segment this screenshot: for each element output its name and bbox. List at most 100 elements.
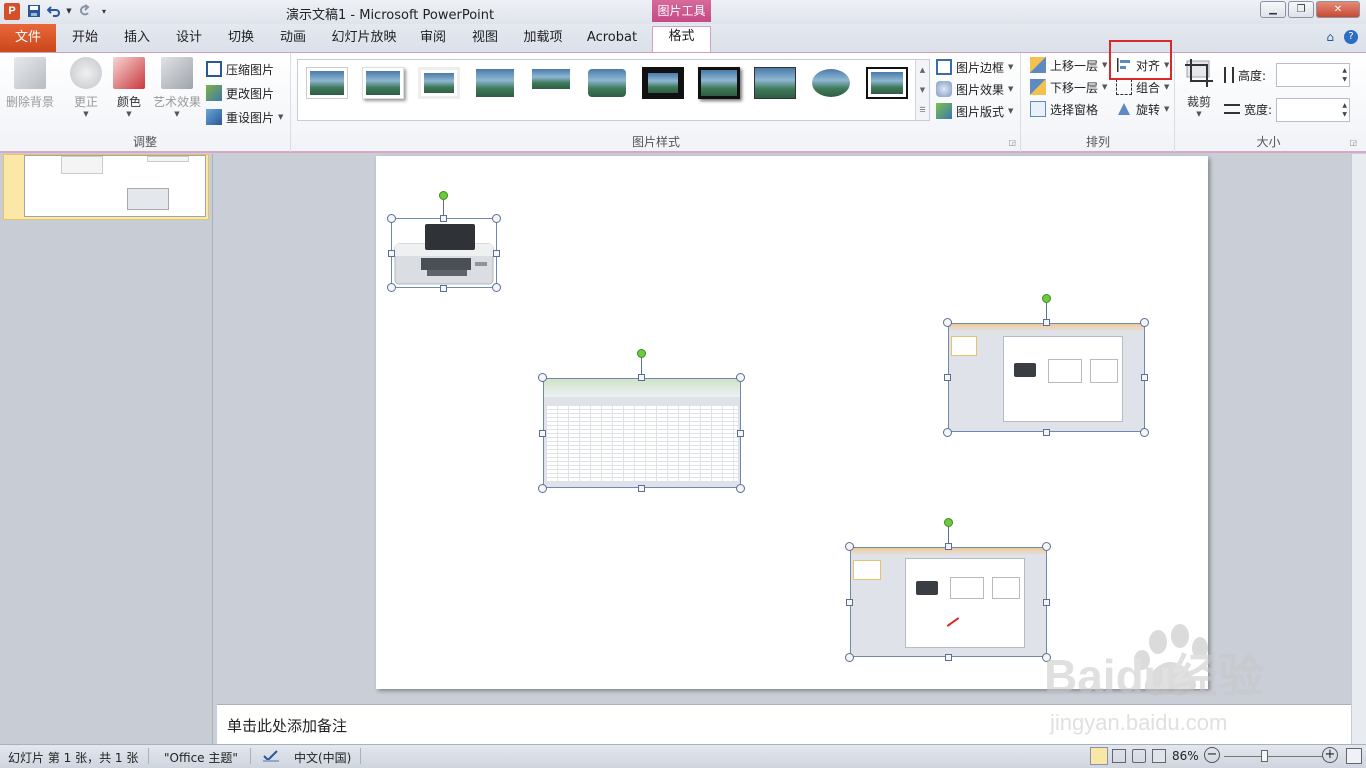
notes-pane[interactable]: 单击此处添加备注 xyxy=(217,704,1351,744)
ppt-shot-2-rotation-handle[interactable] xyxy=(944,518,953,527)
spell-check-icon[interactable] xyxy=(262,748,280,767)
slide-sorter-view-icon[interactable] xyxy=(1112,749,1126,763)
tab-home[interactable]: 开始 xyxy=(60,28,110,52)
fit-to-window-icon[interactable] xyxy=(1346,748,1362,764)
tab-animations[interactable]: 动画 xyxy=(268,28,318,52)
ppt-shot-1-handle-br[interactable] xyxy=(1140,428,1149,437)
ppt-shot-2-handle-bl[interactable] xyxy=(845,653,854,662)
tab-slideshow[interactable]: 幻灯片放映 xyxy=(326,28,402,52)
send-backward-button[interactable]: 下移一层 ▼ xyxy=(1030,77,1107,97)
crop-button[interactable]: 裁剪 ▼ xyxy=(1182,57,1216,118)
ppt-shot-2-handle-l[interactable] xyxy=(846,599,853,606)
minimize-button[interactable]: ▁ xyxy=(1260,1,1286,18)
tab-review[interactable]: 审阅 xyxy=(408,28,458,52)
style-beveled-matte[interactable] xyxy=(418,67,460,99)
style-thick-black-frame[interactable] xyxy=(642,67,684,99)
excel-rotation-handle[interactable] xyxy=(637,349,646,358)
picture-layout-button[interactable]: 图片版式 ▼ xyxy=(936,101,1013,121)
picture-border-button[interactable]: 图片边框 ▼ xyxy=(936,57,1013,77)
reset-picture-button[interactable]: 重设图片 ▼ xyxy=(206,107,283,127)
printer-handle-l[interactable] xyxy=(388,250,395,257)
styles-dialog-launcher-icon[interactable]: ◲ xyxy=(1008,138,1016,147)
excel-handle-bl[interactable] xyxy=(538,484,547,493)
compress-pictures-button[interactable]: 压缩图片 xyxy=(206,59,274,79)
theme-status[interactable]: "Office 主题" xyxy=(164,749,238,766)
slide-thumbnail-1[interactable] xyxy=(24,155,206,217)
gallery-more-icon[interactable]: ☰ xyxy=(919,106,925,114)
zoom-slider-track[interactable] xyxy=(1224,756,1322,757)
printer-handle-tr[interactable] xyxy=(492,214,501,223)
undo-dropdown-icon[interactable]: ▼ xyxy=(66,3,72,19)
gallery-down-icon[interactable]: ▼ xyxy=(920,86,925,94)
style-metal-frame[interactable] xyxy=(866,67,908,99)
excel-handle-b[interactable] xyxy=(638,485,645,492)
tab-file[interactable]: 文件 xyxy=(0,24,56,52)
gallery-scrollbar[interactable]: ▲ ▼ ☰ xyxy=(915,60,929,120)
style-drop-shadow[interactable] xyxy=(362,67,404,99)
corrections-button[interactable]: 更正 ▼ xyxy=(64,57,108,118)
printer-handle-bl[interactable] xyxy=(387,283,396,292)
close-button[interactable]: ✕ xyxy=(1316,1,1360,18)
tab-addins[interactable]: 加载项 xyxy=(516,28,570,52)
zoom-in-icon[interactable]: + xyxy=(1322,747,1338,763)
printer-handle-br[interactable] xyxy=(492,283,501,292)
vertical-scrollbar[interactable] xyxy=(1351,154,1366,744)
gallery-up-icon[interactable]: ▲ xyxy=(920,66,925,74)
slide-1-canvas[interactable] xyxy=(376,156,1208,689)
height-spinner[interactable]: ▲ ▼ xyxy=(1342,66,1347,84)
zoom-level[interactable]: 86% xyxy=(1172,749,1199,763)
redo-icon[interactable] xyxy=(76,3,92,19)
ppt-shot-1-handle-l[interactable] xyxy=(944,374,951,381)
excel-handle-tl[interactable] xyxy=(538,373,547,382)
ppt-shot-1-rotation-handle[interactable] xyxy=(1042,294,1051,303)
rotate-button[interactable]: 旋转 ▼ xyxy=(1116,99,1169,119)
tab-format[interactable]: 格式 xyxy=(652,26,711,52)
excel-handle-r[interactable] xyxy=(737,430,744,437)
ppt-shot-1-handle-bl[interactable] xyxy=(943,428,952,437)
remove-background-button[interactable]: 删除背景 xyxy=(4,57,56,110)
printer-rotation-handle[interactable] xyxy=(439,191,448,200)
picture-effects-button[interactable]: 图片效果 ▼ xyxy=(936,79,1013,99)
help-icon[interactable]: ? xyxy=(1344,30,1358,44)
style-soft-oval[interactable] xyxy=(586,67,628,99)
restore-button[interactable]: ❐ xyxy=(1288,1,1314,18)
size-dialog-launcher-icon[interactable]: ◲ xyxy=(1349,138,1357,147)
ppt-shot-1-handle-tl[interactable] xyxy=(943,318,952,327)
undo-icon[interactable] xyxy=(46,3,62,19)
style-oval[interactable] xyxy=(810,67,852,99)
ppt-shot-1-handle-b[interactable] xyxy=(1043,429,1050,436)
slide-thumbnail-selected[interactable] xyxy=(3,154,209,220)
printer-handle-t[interactable] xyxy=(440,215,447,222)
language-status[interactable]: 中文(中国) xyxy=(294,749,351,766)
excel-handle-tr[interactable] xyxy=(736,373,745,382)
tab-acrobat[interactable]: Acrobat xyxy=(580,28,644,52)
minimize-ribbon-icon[interactable]: ⌂ xyxy=(1326,30,1334,44)
ppt-shot-1-handle-tr[interactable] xyxy=(1140,318,1149,327)
customize-qat-icon[interactable]: ▾ xyxy=(96,3,112,19)
printer-handle-r[interactable] xyxy=(493,250,500,257)
ppt-shot-2-handle-tl[interactable] xyxy=(845,542,854,551)
color-button[interactable]: 颜色 ▼ xyxy=(108,57,150,118)
tab-transitions[interactable]: 切换 xyxy=(216,28,266,52)
style-soft-edge[interactable] xyxy=(474,67,516,99)
change-picture-button[interactable]: 更改图片 xyxy=(206,83,274,103)
slideshow-view-icon[interactable] xyxy=(1152,749,1166,763)
excel-handle-br[interactable] xyxy=(736,484,745,493)
ppt-shot-2-handle-tr[interactable] xyxy=(1042,542,1051,551)
ppt-shot-1-handle-t[interactable] xyxy=(1043,319,1050,326)
group-button[interactable]: 组合 ▼ xyxy=(1116,77,1169,97)
ppt-shot-1-handle-r[interactable] xyxy=(1141,374,1148,381)
selection-pane-button[interactable]: 选择窗格 xyxy=(1030,99,1098,119)
style-black-shadow[interactable] xyxy=(698,67,740,99)
excel-handle-l[interactable] xyxy=(539,430,546,437)
zoom-out-icon[interactable]: − xyxy=(1204,747,1220,763)
normal-view-icon[interactable] xyxy=(1090,747,1108,765)
tab-insert[interactable]: 插入 xyxy=(112,28,162,52)
ppt-shot-2-handle-br[interactable] xyxy=(1042,653,1051,662)
artistic-effects-button[interactable]: 艺术效果 ▼ xyxy=(150,57,204,118)
zoom-slider-thumb[interactable] xyxy=(1261,750,1268,762)
width-input[interactable]: ▲ ▼ xyxy=(1276,98,1350,122)
style-reflected[interactable] xyxy=(530,67,572,99)
excel-handle-t[interactable] xyxy=(638,374,645,381)
ppt-shot-2-handle-r[interactable] xyxy=(1043,599,1050,606)
